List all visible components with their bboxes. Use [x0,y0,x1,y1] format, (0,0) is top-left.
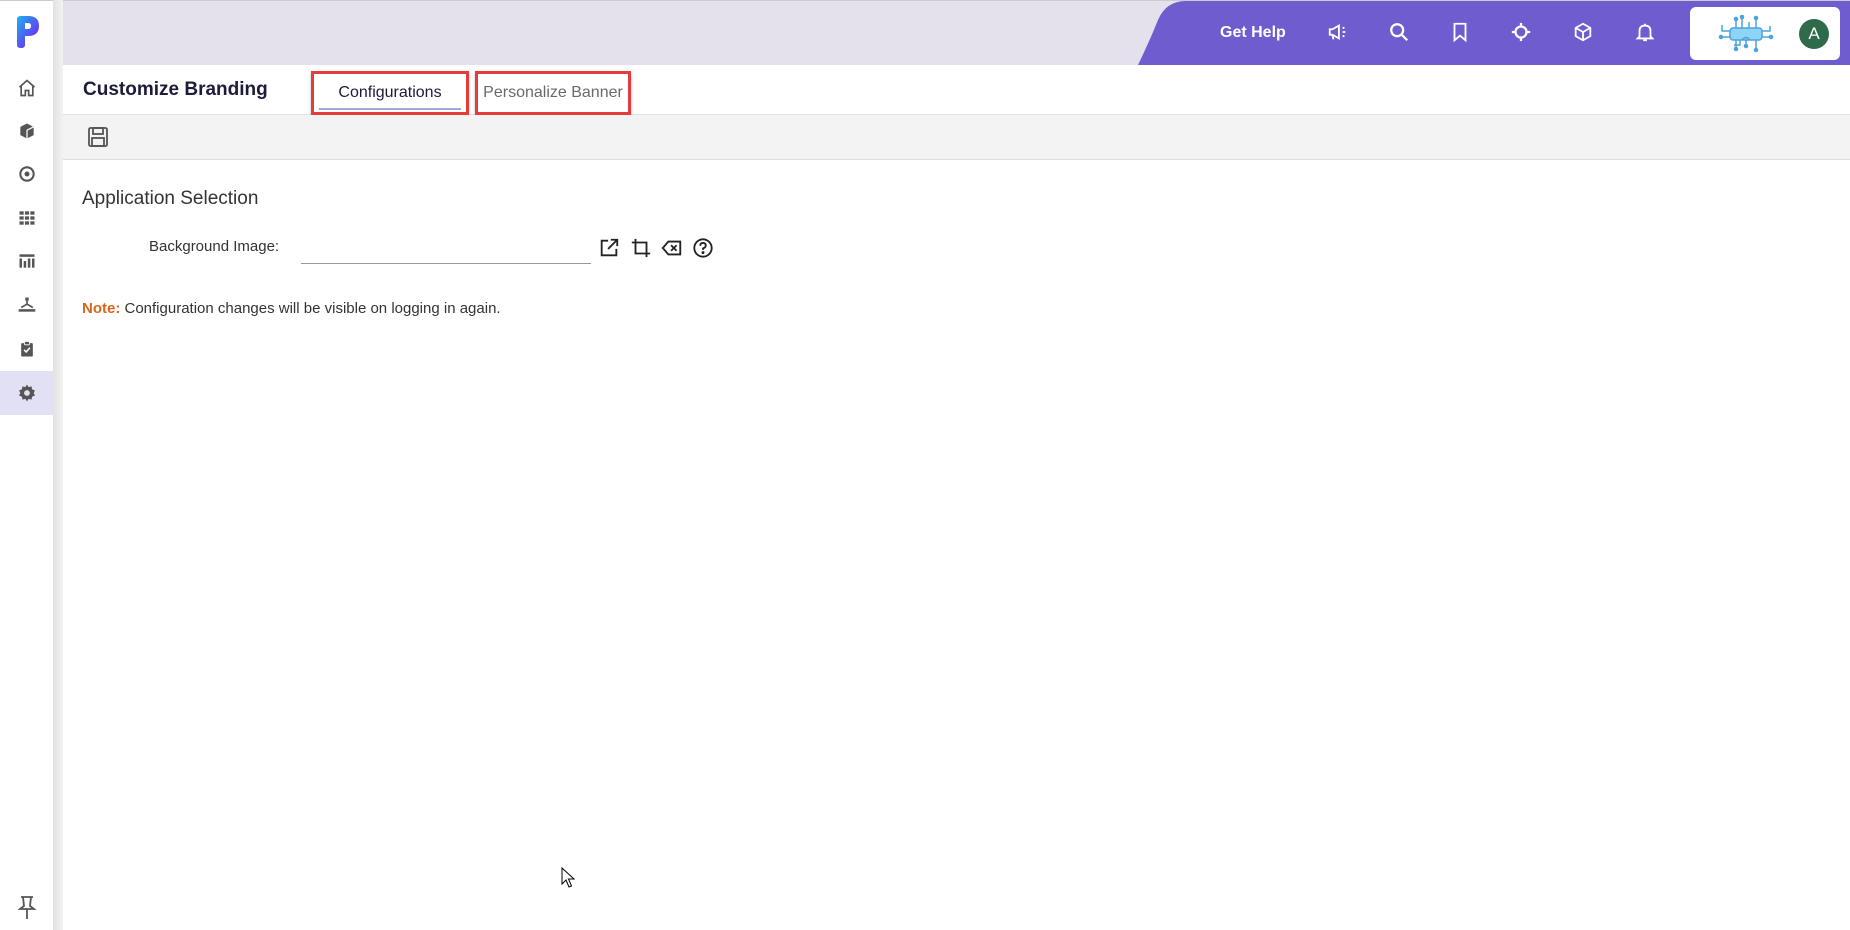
search-button[interactable] [1386,19,1412,45]
bell-icon [1635,23,1655,42]
crosshair-icon [1511,22,1531,42]
background-image-label: Background Image: [149,238,280,255]
sidebar-item-settings[interactable] [0,371,53,415]
gear-icon [18,384,35,402]
clipboard-check-icon [20,341,33,357]
note-message: Configuration changes will be visible on… [120,300,501,317]
packages-button[interactable] [1570,19,1596,45]
help-icon [693,238,713,258]
page-title: Customize Branding [83,79,268,100]
hierarchy-icon [18,297,35,312]
clear-icon [661,240,682,256]
sidebar-item-tasks[interactable] [0,327,53,371]
p-logo-icon[interactable] [15,15,41,49]
sidebar [0,0,53,930]
target-button[interactable] [1508,19,1534,45]
tab-label: Configurations [338,84,442,101]
background-image-input[interactable] [301,234,591,264]
get-help-link[interactable]: Get Help [1220,24,1286,42]
brand-panel: A [1690,7,1840,60]
search-icon [1390,23,1409,42]
bookmark-icon [1453,22,1467,43]
sidebar-scrollbar[interactable] [53,0,63,930]
announcements-button[interactable] [1325,19,1351,45]
report-icon [19,254,34,268]
sidebar-item-reports[interactable] [0,239,53,283]
grid-icon [19,211,34,225]
sidebar-item-target[interactable] [0,152,53,196]
sidebar-item-objects[interactable] [0,109,53,153]
page-header: Customize Branding Configurations Person… [63,65,1850,115]
tab-configurations[interactable]: Configurations [311,71,469,115]
crop-button[interactable] [629,236,653,260]
sidebar-item-home[interactable] [0,66,53,110]
note-label: Note: [82,300,121,317]
box-icon [1574,22,1592,42]
toolbar [63,115,1850,160]
sidebar-item-grid[interactable] [0,196,53,240]
section-title: Application Selection [82,188,259,209]
cube-icon [19,123,34,139]
pin-icon[interactable] [16,894,38,920]
user-avatar[interactable]: A [1799,19,1829,49]
open-external-icon [600,238,619,257]
crop-icon [631,238,651,258]
home-icon [18,79,35,97]
brand-logo-icon [1718,15,1774,53]
target-icon [18,166,35,182]
bookmark-button[interactable] [1447,19,1473,45]
help-button[interactable] [691,236,715,260]
tab-label: Personalize Banner [483,84,623,101]
clear-button[interactable] [660,236,684,260]
tab-personalize-banner[interactable]: Personalize Banner [475,71,631,115]
note-text: Note: Configuration changes will be visi… [82,300,501,317]
notifications-button[interactable] [1632,19,1658,45]
sidebar-item-hierarchy[interactable] [0,283,53,327]
save-icon[interactable] [87,126,109,148]
mouse-cursor-icon [561,867,575,888]
megaphone-icon [1328,24,1346,40]
open-external-button[interactable] [597,236,621,260]
